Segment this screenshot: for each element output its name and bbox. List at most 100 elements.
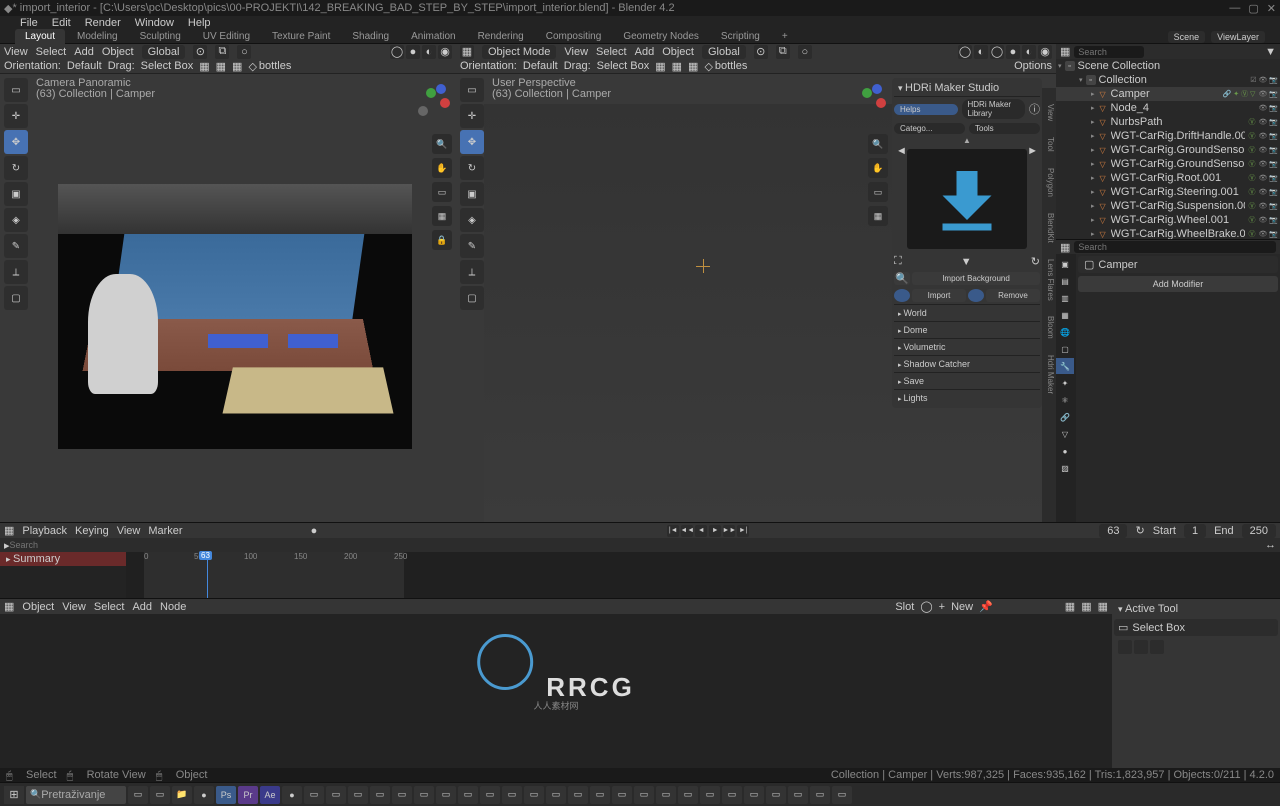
outliner-item[interactable]: ▸▽ WGT-CarRig.Steering.001Ⓥ👁 📷: [1056, 185, 1280, 199]
gizmo-neg[interactable]: [418, 106, 428, 116]
tool-scale[interactable]: ▣: [4, 182, 28, 206]
jump-end-icon[interactable]: ►|: [737, 525, 749, 537]
props-editor-icon[interactable]: ▦: [1060, 241, 1070, 254]
node-overlay-icon[interactable]: ▦: [1065, 600, 1075, 613]
tab-uv[interactable]: UV Editing: [193, 29, 260, 44]
viewport-left-body[interactable]: ▭ ✛ ✥ ↻ ▣ ◈ ✎ ⟂ ▢ Camera Panoramic (63) …: [0, 74, 456, 522]
hdri-search-icon[interactable]: 🔍: [894, 272, 910, 285]
node-overlay-icon2[interactable]: ▦: [1081, 600, 1091, 613]
tool-cursor-c[interactable]: ✛: [460, 104, 484, 128]
menu-add-c[interactable]: Add: [635, 46, 655, 58]
slot-dd-icon[interactable]: ◯: [920, 600, 932, 613]
tool-scale-c[interactable]: ▣: [460, 182, 484, 206]
gizmo-y-c[interactable]: [872, 84, 882, 94]
ptab-material[interactable]: ●: [1056, 443, 1074, 459]
tool-icon-c1[interactable]: ▦: [655, 60, 665, 73]
props-search[interactable]: [1074, 241, 1276, 253]
outliner-item[interactable]: ▸▽ WGT-CarRig.GroundSensor.Axle.001Ⓥ👁 📷: [1056, 157, 1280, 171]
close-button[interactable]: ✕: [1267, 2, 1276, 15]
vtab-hdrimaker[interactable]: Hdri Maker: [1042, 349, 1056, 400]
taskbar-app[interactable]: ▭: [128, 786, 148, 804]
timeline-tracks[interactable]: 0 50 100 150 200 250 63: [126, 552, 1280, 598]
node-node[interactable]: Node: [160, 601, 186, 613]
xray-icon[interactable]: ◐: [974, 45, 988, 59]
ptab-render[interactable]: ▣: [1056, 256, 1074, 272]
tl-marker[interactable]: Marker: [148, 525, 182, 537]
hdri-shadow[interactable]: Shadow Catcher: [894, 355, 1040, 372]
taskbar-app[interactable]: ▭: [392, 786, 412, 804]
vtab-view[interactable]: View: [1042, 98, 1056, 127]
proportional-icon-c[interactable]: ○: [798, 45, 812, 59]
proportional-icon[interactable]: ○: [237, 45, 251, 59]
hdri-dot1[interactable]: [894, 289, 910, 302]
taskbar-app[interactable]: ▭: [678, 786, 698, 804]
menu-help[interactable]: Help: [188, 17, 211, 29]
zoom-icon-c[interactable]: 🔍: [868, 134, 888, 154]
prev-key-icon[interactable]: ◄◄: [681, 525, 693, 537]
at-mode2[interactable]: [1134, 640, 1148, 654]
tab-layout[interactable]: Layout: [15, 29, 65, 44]
node-add[interactable]: Add: [132, 601, 152, 613]
node-editor-body[interactable]: RRCG 人人素材网: [0, 614, 1112, 768]
tool-icon-3[interactable]: ▦: [232, 60, 242, 73]
slot-add-icon[interactable]: +: [939, 601, 945, 613]
hdri-volumetric[interactable]: Volumetric: [894, 338, 1040, 355]
autokey-icon[interactable]: ●: [311, 525, 318, 537]
outliner-search[interactable]: [1074, 46, 1144, 58]
orientation-dd[interactable]: Default: [67, 60, 102, 72]
hdri-info-icon[interactable]: ⓘ: [1029, 101, 1040, 117]
orientation-dd-c[interactable]: Default: [523, 60, 558, 72]
tool-cursor[interactable]: ✛: [4, 104, 28, 128]
ptab-world[interactable]: 🌐: [1056, 324, 1074, 340]
menu-add[interactable]: Add: [74, 46, 94, 58]
collection-bottles[interactable]: bottles: [259, 60, 291, 72]
hdri-import[interactable]: Import: [912, 289, 966, 302]
tl-view[interactable]: View: [117, 525, 141, 537]
gizmo-x[interactable]: [440, 98, 450, 108]
menu-window[interactable]: Window: [135, 17, 174, 29]
end-frame[interactable]: 250: [1242, 524, 1276, 538]
vtab-bloom[interactable]: Bloom: [1042, 310, 1056, 345]
shading-wireframe-icon[interactable]: ◯: [390, 45, 404, 59]
pan-icon-c[interactable]: ✋: [868, 158, 888, 178]
taskbar-app[interactable]: ▭: [656, 786, 676, 804]
transform-orientation-c[interactable]: Global: [702, 45, 746, 59]
shading-solid-icon-c[interactable]: ●: [1006, 45, 1020, 59]
taskbar-app[interactable]: ▭: [832, 786, 852, 804]
tool-tweak-c[interactable]: ▭: [460, 78, 484, 102]
menu-render[interactable]: Render: [85, 17, 121, 29]
taskbar-app[interactable]: ▭: [436, 786, 456, 804]
hdri-expand-icon[interactable]: ⛶: [894, 255, 902, 268]
taskbar-app[interactable]: ▭: [590, 786, 610, 804]
viewlayer-field[interactable]: ViewLayer: [1211, 31, 1265, 43]
tool-transform-c[interactable]: ◈: [460, 208, 484, 232]
camera-view-icon-c[interactable]: ▭: [868, 182, 888, 202]
tab-scripting[interactable]: Scripting: [711, 29, 770, 44]
shading-rendered-icon-c[interactable]: ◉: [1038, 45, 1052, 59]
pivot-icon-c[interactable]: ⊙: [754, 45, 768, 59]
persp-icon[interactable]: ▦: [432, 206, 452, 226]
menu-object[interactable]: Object: [102, 46, 134, 58]
taskbar-app[interactable]: ▭: [744, 786, 764, 804]
hdri-dot2[interactable]: [968, 289, 984, 302]
hdri-lights[interactable]: Lights: [894, 389, 1040, 406]
taskbar-app[interactable]: ●: [194, 786, 214, 804]
pan-icon[interactable]: ✋: [432, 158, 452, 178]
empty-object[interactable]: [696, 259, 710, 273]
tool-icon-c3[interactable]: ▦: [688, 60, 698, 73]
tab-rendering[interactable]: Rendering: [468, 29, 534, 44]
next-key-icon[interactable]: ►►: [723, 525, 735, 537]
tool-annotate-c[interactable]: ✎: [460, 234, 484, 258]
hdri-remove[interactable]: Remove: [986, 289, 1040, 302]
node-view[interactable]: View: [62, 601, 86, 613]
taskbar-search[interactable]: 🔍 Pretraživanje: [26, 786, 126, 804]
taskbar-app[interactable]: 📁: [172, 786, 192, 804]
outliner-item[interactable]: ▸▽ WGT-CarRig.Wheel.001Ⓥ👁 📷: [1056, 213, 1280, 227]
at-mode3[interactable]: [1150, 640, 1164, 654]
playhead[interactable]: 63: [207, 552, 208, 598]
play-rev-icon[interactable]: ◄: [695, 525, 707, 537]
taskbar-app[interactable]: ▭: [546, 786, 566, 804]
vtab-lensflares[interactable]: Lens Flares: [1042, 253, 1056, 307]
zoom-icon[interactable]: 🔍: [432, 134, 452, 154]
options-dd[interactable]: Options: [1014, 60, 1052, 72]
